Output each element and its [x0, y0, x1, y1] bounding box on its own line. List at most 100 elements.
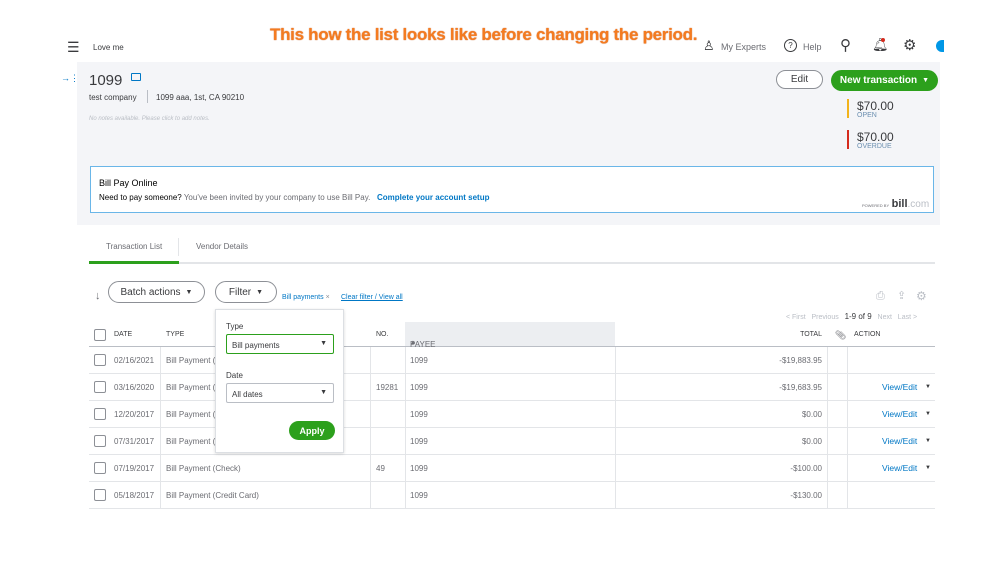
column-action: ACTION	[854, 331, 881, 338]
apply-button[interactable]: Apply	[289, 421, 335, 440]
bill-pay-text: Need to pay someone? You've been invited…	[99, 193, 489, 202]
help-icon[interactable]: ?	[784, 39, 797, 52]
tabs-underline	[89, 262, 935, 264]
avatar[interactable]	[936, 40, 944, 52]
bill-pay-message: You've been invited by your company to u…	[183, 193, 371, 202]
payee-header-bg	[405, 322, 615, 346]
page-range: 1-9 of 9	[844, 312, 872, 321]
row-checkbox[interactable]	[94, 462, 106, 474]
divider	[147, 90, 148, 103]
row-action-chevron-icon[interactable]: ▼	[925, 438, 931, 444]
row-action-chevron-icon[interactable]: ▼	[925, 465, 931, 471]
date-label: Date	[226, 371, 243, 380]
row-type: Bill Payment (C	[166, 410, 222, 419]
company-name: Love me	[93, 43, 124, 52]
vendor-notes[interactable]: No notes available. Please click to add …	[89, 116, 210, 122]
row-checkbox[interactable]	[94, 435, 106, 447]
my-experts-icon[interactable]: ♙	[703, 38, 715, 54]
view-edit-link[interactable]: View/Edit	[882, 436, 917, 446]
attachment-icon: 📎︎	[835, 330, 847, 340]
clear-filter-link[interactable]: Clear filter / View all	[341, 294, 403, 301]
next-page-link[interactable]: Next	[878, 314, 892, 321]
vendor-company: test company	[89, 93, 137, 102]
my-experts-link[interactable]: My Experts	[721, 42, 766, 52]
row-action-chevron-icon[interactable]: ▼	[925, 384, 931, 390]
row-type: Bill Payment (Credit Card)	[166, 491, 259, 500]
bill-pay-lead: Need to pay someone?	[99, 193, 182, 202]
chevron-down-icon: ▼	[256, 288, 264, 296]
row-total: $0.00	[801, 437, 822, 446]
row-payee: 1099	[410, 491, 428, 500]
view-edit-link[interactable]: View/Edit	[882, 382, 917, 392]
row-date: 12/20/2017	[114, 410, 155, 419]
row-total: -$100.00	[790, 464, 822, 473]
row-date: 02/16/2021	[114, 356, 155, 365]
row-date: 03/16/2020	[114, 383, 155, 392]
date-select[interactable]: All dates ▼	[226, 383, 334, 403]
edit-button[interactable]: Edit	[776, 70, 823, 89]
row-checkbox[interactable]	[94, 354, 106, 366]
vendor-address: 1099 aaa, 1st, CA 90210	[156, 93, 245, 102]
row-payee: 1099	[410, 437, 428, 446]
first-page-link[interactable]: < First	[786, 314, 806, 321]
notification-dot	[881, 38, 885, 42]
bill-pay-banner	[90, 166, 934, 213]
table-row[interactable]: 07/19/2017 Bill Payment (Check) 49 1099 …	[89, 455, 935, 482]
row-payee: 1099	[410, 356, 428, 365]
row-type: Bill Payment (C	[166, 356, 222, 365]
row-type: Bill Payment (C	[166, 437, 222, 446]
open-label: OPEN	[857, 112, 877, 119]
settings-gear-icon[interactable]: ⚙	[916, 289, 927, 303]
row-checkbox[interactable]	[94, 408, 106, 420]
overdue-label: OVERDUE	[857, 143, 892, 150]
menu-icon[interactable]: ☰	[67, 39, 80, 56]
bill-pay-title: Bill Pay Online	[99, 178, 158, 188]
gear-icon[interactable]: ⚙	[903, 36, 916, 54]
batch-actions-button[interactable]: Batch actions ▼	[108, 281, 205, 303]
type-label: Type	[226, 322, 244, 331]
row-date: 05/18/2017	[114, 491, 155, 500]
view-edit-link[interactable]: View/Edit	[882, 463, 917, 473]
annotation-caption: This how the list looks like before chan…	[270, 25, 698, 44]
sort-ascending-icon: ▲	[410, 340, 416, 346]
chevron-down-icon: ▼	[320, 389, 327, 396]
view-edit-link[interactable]: View/Edit	[882, 409, 917, 419]
remove-filter-icon[interactable]: ×	[324, 294, 330, 301]
table-row[interactable]: 05/18/2017 Bill Payment (Credit Card) 10…	[89, 482, 935, 509]
row-checkbox[interactable]	[94, 381, 106, 393]
last-page-link[interactable]: Last >	[898, 314, 917, 321]
column-no[interactable]: NO.	[376, 331, 388, 338]
complete-setup-link[interactable]: Complete your account setup	[377, 193, 489, 202]
overdue-amount: $70.00	[857, 130, 894, 144]
previous-page-link[interactable]: Previous	[811, 314, 838, 321]
column-total[interactable]: TOTAL	[800, 331, 822, 338]
export-icon[interactable]: ⇪	[897, 289, 906, 302]
row-action-chevron-icon[interactable]: ▼	[925, 411, 931, 417]
column-date[interactable]: DATE	[114, 331, 132, 338]
column-type[interactable]: TYPE	[166, 331, 184, 338]
select-all-checkbox[interactable]	[94, 329, 106, 341]
row-no: 19281	[376, 383, 399, 392]
row-payee: 1099	[410, 464, 428, 473]
filter-button[interactable]: Filter ▼	[215, 281, 277, 303]
tab-divider	[178, 238, 179, 256]
filter-chip[interactable]: Bill payments ×	[282, 294, 330, 301]
pagination: < First Previous 1-9 of 9 Next Last >	[786, 312, 917, 321]
email-icon[interactable]	[131, 73, 141, 81]
search-icon[interactable]: ⚲	[840, 36, 851, 54]
tab-vendor-details[interactable]: Vendor Details	[196, 242, 248, 251]
sort-icon[interactable]: ↓	[95, 290, 101, 302]
print-icon[interactable]: ⎙	[876, 290, 885, 303]
filter-popup: Type Bill payments ▼ Date All dates ▼ Appl…	[215, 309, 344, 453]
type-select[interactable]: Bill payments ▼	[226, 334, 334, 354]
row-type: Bill Payment (Check)	[166, 464, 241, 473]
help-link[interactable]: Help	[803, 42, 822, 52]
row-date: 07/31/2017	[114, 437, 155, 446]
row-checkbox[interactable]	[94, 489, 106, 501]
overdue-bar	[847, 130, 849, 149]
bill-com-logo: POWERED BY bill.com	[862, 198, 930, 210]
row-type: Bill Payment (C	[166, 383, 222, 392]
tab-transaction-list[interactable]: Transaction List	[106, 242, 162, 251]
new-transaction-button[interactable]: New transaction ▼	[831, 70, 938, 91]
vendor-name: 1099	[89, 72, 123, 89]
